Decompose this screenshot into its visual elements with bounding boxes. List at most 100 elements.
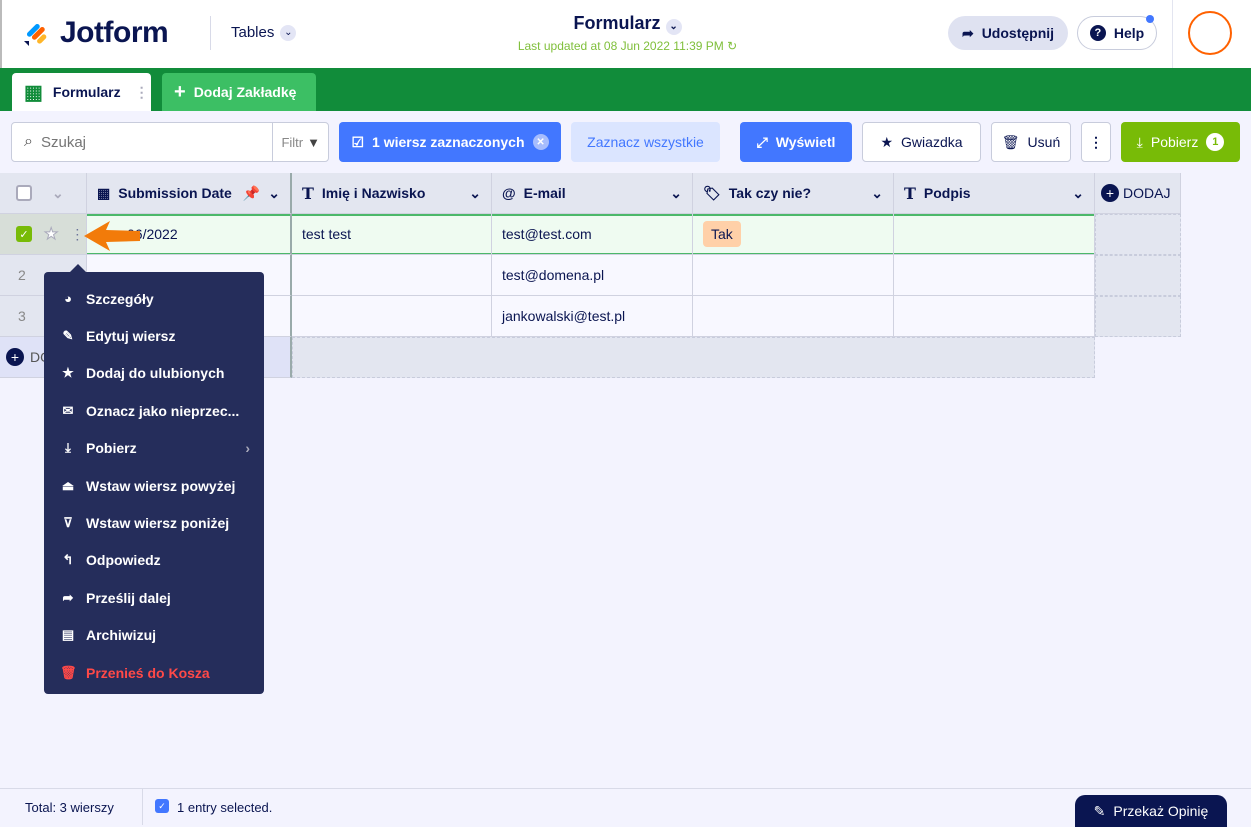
star-outline-icon[interactable]: ★ [43,224,58,244]
menu-label: Archiwizuj [86,627,157,644]
column-label: E-mail [523,185,566,201]
tab-formularz[interactable]: ▦ Formularz ⋮ [12,73,151,111]
menu-item-insert-above[interactable]: ⏏ Wstaw wiersz powyżej [44,467,264,504]
cell-email[interactable]: test@domena.pl [492,255,693,296]
cell-name[interactable]: test test [292,214,492,255]
cell-podpis[interactable] [894,214,1095,255]
chevron-down-icon[interactable]: ⌄ [871,185,883,202]
download-count-badge: 1 [1206,133,1225,151]
plus-circle-icon: + [1101,184,1119,202]
column-header-submission-date[interactable]: ▦ Submission Date 📌 ⌄ [87,173,292,214]
search-input[interactable] [40,133,241,151]
pin-icon[interactable]: 📌 [243,185,260,202]
column-header-name[interactable]: T Imię i Nazwisko ⌄ [292,173,492,214]
forward-icon: ➦ [62,589,74,605]
more-options-button[interactable]: ⋮ [1081,122,1111,162]
menu-item-favorite[interactable]: ★ Dodaj do ulubionych [44,355,264,392]
tab-menu-icon[interactable]: ⋮ [135,84,149,101]
orange-arrow-annotation [84,221,140,251]
selected-label: 1 wiersz zaznaczonych [372,134,525,150]
cell-podpis[interactable] [894,255,1095,296]
menu-label: Szczegóły [86,290,154,307]
view-button[interactable]: ⤢ Wyświetl [740,122,852,162]
tab-label: Formularz [52,84,121,100]
cell-text: test@test.com [502,226,592,242]
cell-email[interactable]: test@test.com [492,214,693,255]
menu-label: Dodaj do ulubionych [86,365,225,382]
download-icon: ⤓ [65,440,71,456]
cell-tak[interactable] [693,255,894,296]
menu-item-insert-below[interactable]: ⊽ Wstaw wiersz poniżej [44,504,264,541]
column-label: Imię i Nazwisko [321,185,426,201]
help-button[interactable]: ? Help [1077,15,1157,50]
row-checkbox[interactable]: ✓ [16,226,32,242]
delete-label: Usuń [1027,134,1061,150]
column-header-tak[interactable]: 🏷 Tak czy nie? ⌄ [693,173,894,214]
menu-item-edit-row[interactable]: ✎ Edytuj wiersz [44,317,264,354]
trash-icon: 🗑 [1001,133,1020,150]
edit-icon: ✎ [62,328,74,344]
filter-label: Filtr [281,134,304,150]
delete-button[interactable]: 🗑 Usuń [991,122,1071,162]
chevron-down-icon[interactable]: ⌄ [268,185,280,202]
cell-podpis[interactable] [894,296,1095,337]
row-controls: ✓ ★ ⋮ [0,214,87,255]
menu-label: Prześlij dalej [86,589,171,606]
add-column-button[interactable]: + DODAJ [1095,173,1181,214]
cell-name[interactable] [292,296,492,337]
divider [142,789,143,825]
share-button[interactable]: ➦ Udostępnij [948,16,1068,50]
trash-icon: 🗑 [60,664,77,680]
column-header-podpis[interactable]: T Podpis ⌄ [894,173,1095,214]
column-label: Submission Date [118,185,232,201]
filter-button[interactable]: Filtr ▼ [272,123,328,161]
cell-name[interactable] [292,255,492,296]
star-button[interactable]: ★ Gwiazdka [862,122,981,162]
menu-label: Wstaw wiersz powyżej [86,477,236,494]
menu-label: Odpowiedz [86,552,161,569]
refresh-icon[interactable]: ↻ [727,39,737,53]
menu-item-archive[interactable]: ▤ Archiwizuj [44,617,264,654]
select-all-button[interactable]: Zaznacz wszystkie [571,122,720,162]
details-icon: ◕ [64,291,72,307]
cell-tak[interactable]: Tak [693,214,894,255]
avatar[interactable] [1188,11,1232,55]
text-icon: T [904,183,916,203]
download-button[interactable]: ⤓ Pobierz 1 [1121,122,1240,162]
select-all-checkbox[interactable] [16,185,32,201]
column-header-email[interactable]: @ E-mail ⌄ [492,173,693,214]
chevron-down-icon[interactable]: ⌄ [670,185,682,202]
add-column-label: DODAJ [1123,185,1171,201]
menu-item-forward[interactable]: ➦ Prześlij dalej [44,579,264,616]
add-row-filler [292,337,1095,378]
help-label: Help [1113,25,1145,41]
feedback-button[interactable]: ✎ Przekaż Opinię [1075,795,1227,827]
search-box: ⌕ Filtr▼ [11,122,329,162]
share-label: Udostępnij [981,25,1055,41]
row-context-menu: ◕ Szczegóły ✎ Edytuj wiersz ★ Dodaj do ulub… [44,272,264,694]
chevron-down-icon[interactable]: ⌄ [1072,185,1084,202]
chevron-down-icon[interactable]: ⌄ [52,185,64,202]
star-icon: ★ [880,133,894,150]
calendar-icon: ▦ [97,184,111,201]
menu-item-trash[interactable]: 🗑 Przenieś do Kosza [44,654,264,691]
selected-status: 1 entry selected. [177,800,273,815]
menu-item-mark-unread[interactable]: ✉ Oznacz jako nieprzec... [44,392,264,429]
cell-email[interactable]: jankowalski@test.pl [492,296,693,337]
chevron-down-icon: ⌄ [665,18,682,35]
clear-selection-icon[interactable]: ✕ [532,134,549,150]
empty-cell [1095,255,1181,296]
insert-above-icon: ⏏ [61,477,75,493]
filter-icon: ▼ [307,134,320,150]
select-all-header: ⌄ [0,173,87,214]
cell-tak[interactable] [693,296,894,337]
menu-item-details[interactable]: ◕ Szczegóły [44,280,264,317]
feedback-label: Przekaż Opinię [1113,803,1209,819]
menu-item-download[interactable]: ⤓ Pobierz › [44,430,264,467]
chevron-down-icon[interactable]: ⌄ [469,185,481,202]
tab-bar: ▦ Formularz ⋮ + Dodaj Zakładkę [0,68,1251,111]
selected-rows-chip[interactable]: ☑ 1 wiersz zaznaczonych ✕ [339,122,561,162]
menu-item-reply[interactable]: ↰ Odpowiedz [44,542,264,579]
add-tab-button[interactable]: + Dodaj Zakładkę [162,73,316,111]
app-header: Jotform Tables ⌄ Formularz ⌄ Last updated… [0,0,1251,68]
